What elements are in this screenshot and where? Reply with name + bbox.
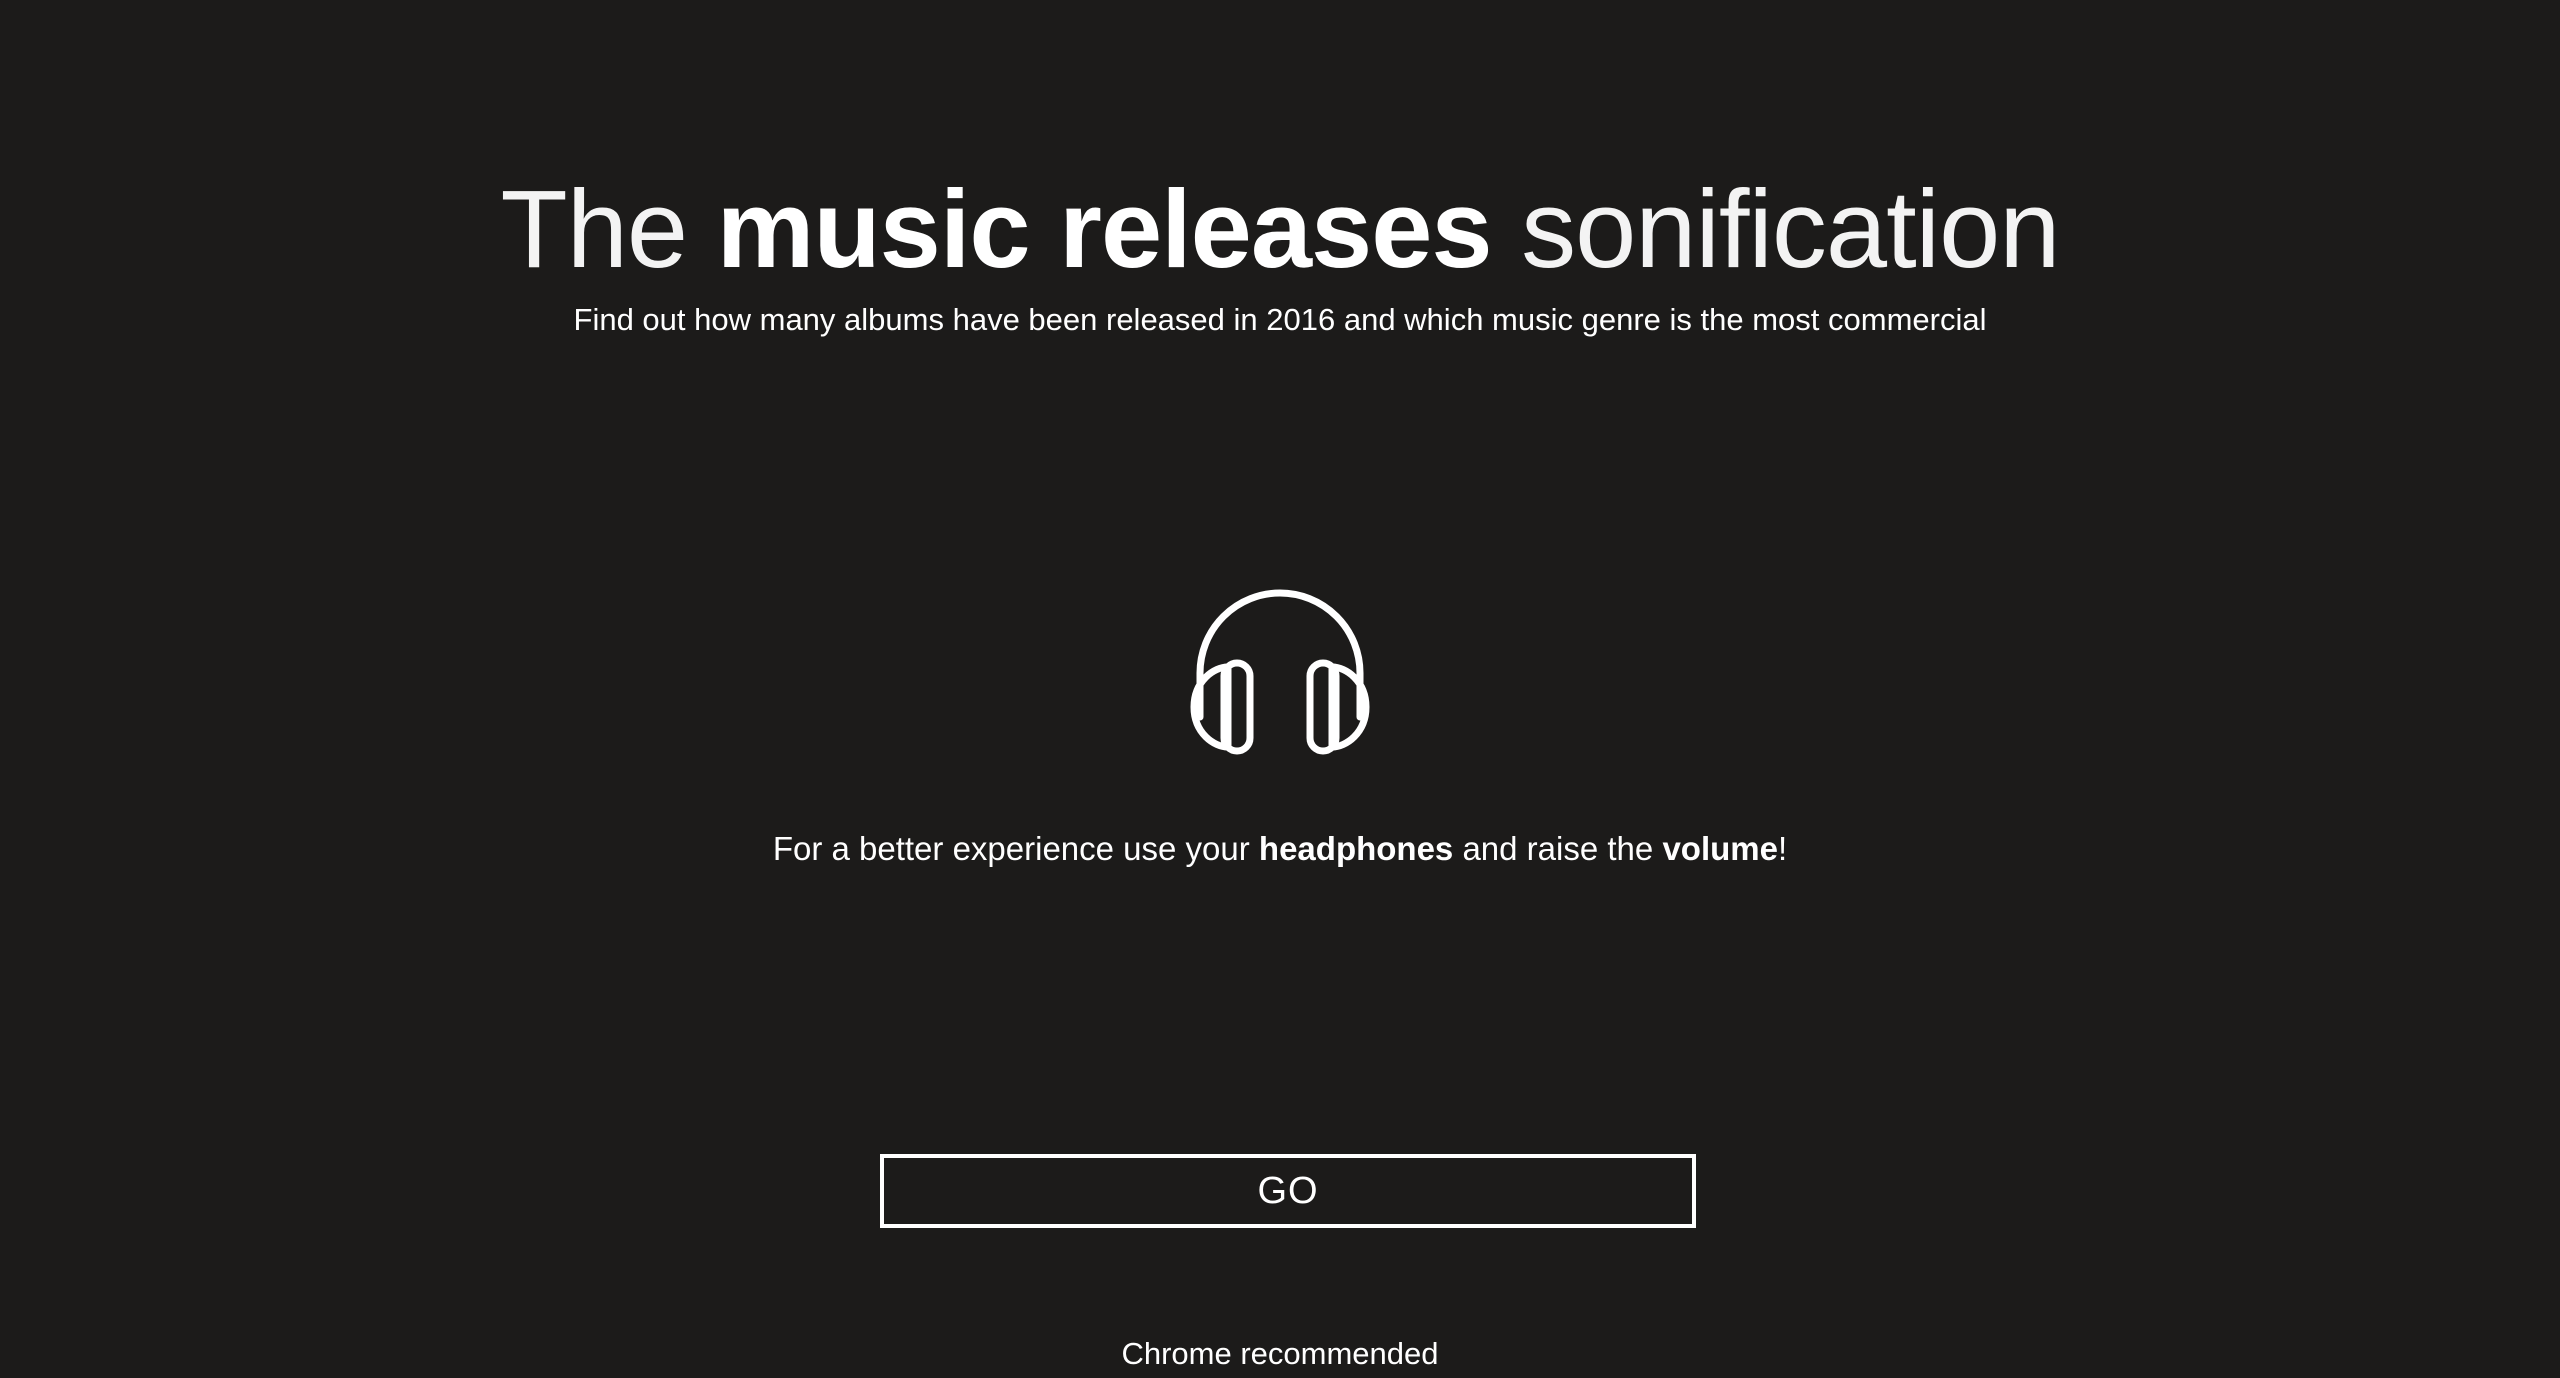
hint-volume: volume	[1662, 830, 1778, 867]
browser-note: Chrome recommended	[1121, 1336, 1439, 1371]
page-subtitle: Find out how many albums have been relea…	[573, 302, 1987, 337]
page-title: The music releases sonification	[0, 165, 2560, 295]
hint-text-2: and raise the	[1462, 830, 1654, 867]
title-prefix: The	[500, 168, 689, 291]
hint-text-1: For a better experience use your	[772, 830, 1250, 867]
headphones-icon	[1190, 589, 1370, 755]
title-bold: music releases	[716, 168, 1493, 291]
title-suffix: sonification	[1521, 168, 2060, 291]
landing-page: The music releases sonification Find out…	[0, 0, 2560, 1378]
go-button[interactable]: GO	[880, 1154, 1696, 1228]
hint-exclamation: !	[1777, 830, 1788, 867]
hint-headphones: headphones	[1258, 830, 1454, 867]
headphones-hint: For a better experience use your headpho…	[0, 828, 2560, 870]
